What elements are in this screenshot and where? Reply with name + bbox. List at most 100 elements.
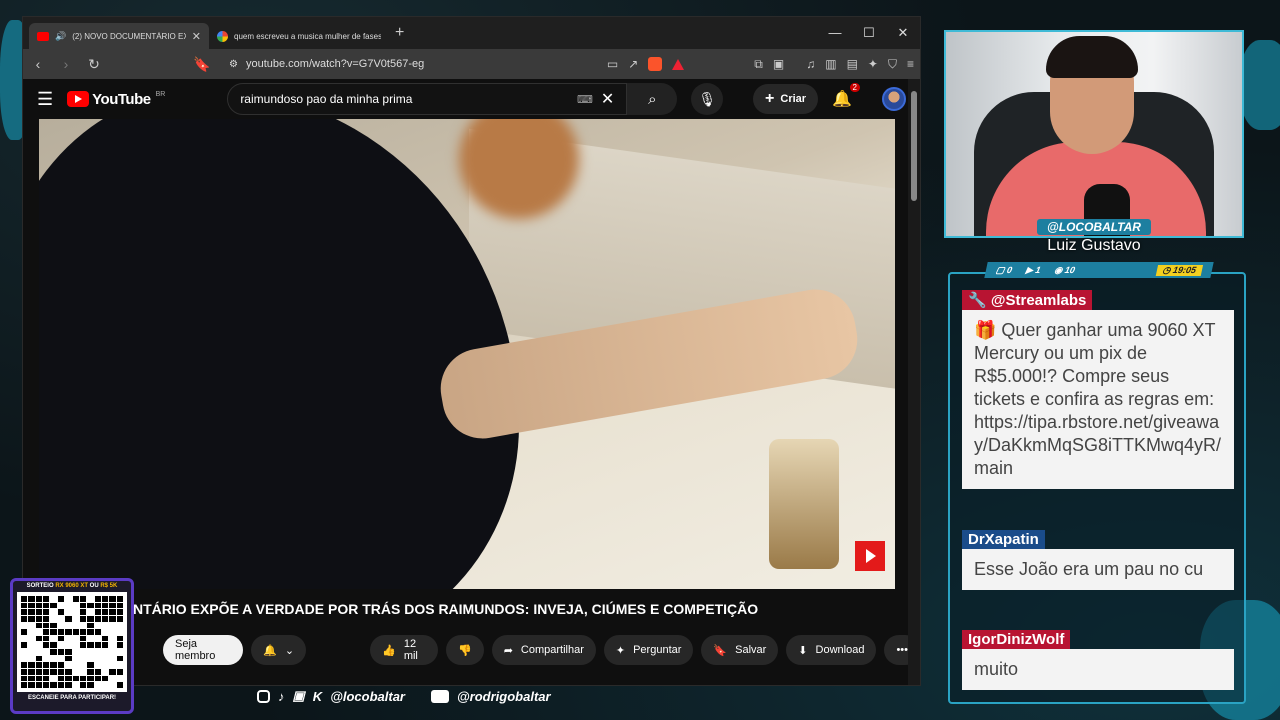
sidebar-icon[interactable]: ▥ <box>825 57 836 71</box>
youtube-logo[interactable]: YouTube BR <box>67 91 165 108</box>
extensions-icon[interactable]: ⧉ <box>754 57 763 72</box>
qr-module <box>28 669 35 675</box>
tab-youtube[interactable]: 🔊 (2) NOVO DOCUMENTÁRIO EXPÕE ✕ <box>29 23 209 49</box>
qr-module <box>94 635 101 642</box>
qr-module <box>57 642 65 649</box>
qr-module <box>109 662 116 669</box>
like-count: 12 mil <box>403 638 418 662</box>
tab-google[interactable]: quem escreveu a musica mulher de fases -… <box>209 23 389 49</box>
sparkle-icon: ✦ <box>615 644 626 657</box>
screenshot-icon[interactable]: ▣ <box>773 57 784 71</box>
minimize-icon[interactable]: — <box>818 25 852 41</box>
share-icon[interactable]: ↗ <box>628 57 638 71</box>
account-avatar[interactable] <box>882 87 906 111</box>
close-tab-icon[interactable]: ✕ <box>192 30 201 43</box>
url-field[interactable]: ⚙ youtube.com/watch?v=G7V0t567-eg <box>221 52 597 76</box>
clear-search-icon[interactable]: ✕ <box>601 89 614 109</box>
maximize-icon[interactable]: ☐ <box>852 25 886 41</box>
qr-module <box>35 596 43 602</box>
hamburger-menu-icon[interactable]: ☰ <box>37 89 53 110</box>
microphone-icon: 🎙 <box>698 90 717 107</box>
create-label: Criar <box>780 93 807 105</box>
bookmark-icon[interactable]: 🔖 <box>193 56 211 73</box>
qr-module <box>35 662 43 669</box>
save-button[interactable]: 🔖 Salvar <box>701 635 779 665</box>
streamer-handle: @LOCOBALTAR <box>1037 219 1151 235</box>
qr-module <box>94 596 101 602</box>
chat-username-text: @Streamlabs <box>990 292 1087 309</box>
video-player[interactable] <box>39 119 895 589</box>
qr-module <box>116 615 123 622</box>
qr-module <box>50 615 57 622</box>
region-code: BR <box>155 90 166 98</box>
qr-module <box>65 615 72 622</box>
giveaway-or: OU <box>89 583 99 589</box>
dislike-button[interactable]: 👎 <box>445 635 484 665</box>
close-window-icon[interactable]: ✕ <box>886 25 920 41</box>
site-info-icon[interactable]: ⚙ <box>229 59 238 70</box>
like-button[interactable]: 👍 12 mil <box>370 635 438 665</box>
qr-module <box>94 649 101 655</box>
qr-module <box>72 622 79 629</box>
qr-module <box>116 662 123 669</box>
wallet-icon[interactable]: ▤ <box>847 57 858 71</box>
scrollbar-thumb[interactable] <box>911 91 917 201</box>
brave-shield-icon[interactable] <box>648 57 663 71</box>
clock-value: 19:05 <box>1172 264 1198 275</box>
qr-module <box>65 675 72 682</box>
notifications-button[interactable]: 🔔 2 <box>832 83 860 109</box>
cast-icon[interactable]: ▭ <box>607 57 618 71</box>
qr-module <box>87 615 94 622</box>
qr-module <box>35 629 43 635</box>
vpn-icon[interactable]: ⛉ <box>888 57 897 72</box>
qr-module <box>109 675 116 682</box>
search-button[interactable]: ⌕ <box>627 83 678 115</box>
share-button[interactable]: ➦ Compartilhar <box>491 635 596 665</box>
download-button[interactable]: ⬇ Download <box>786 635 877 665</box>
qr-module <box>116 629 123 635</box>
keyboard-icon[interactable]: ⌨ <box>577 93 593 106</box>
qr-module <box>87 622 94 629</box>
qr-module <box>43 615 50 622</box>
qr-module <box>109 629 116 635</box>
qr-module <box>50 682 57 688</box>
menu-icon[interactable]: ≡ <box>907 57 914 71</box>
join-label: Seja membro <box>175 638 216 662</box>
qr-module <box>43 635 50 642</box>
social-handles: ♪ ▣ K @locobaltar @rodrigobaltar <box>257 688 551 704</box>
leo-ai-icon[interactable]: ✦ <box>868 57 878 71</box>
music-icon[interactable]: ♫ <box>806 57 815 71</box>
youtube-watermark-icon[interactable] <box>855 541 885 571</box>
create-button[interactable]: + Criar <box>753 84 819 114</box>
search-input[interactable]: raimundoso pao da minha prima ⌨ ✕ <box>227 83 628 115</box>
qr-module <box>72 629 79 635</box>
thumbs-down-icon: 👎 <box>457 644 472 657</box>
join-button[interactable]: Seja membro <box>163 635 244 665</box>
stat-value: 0 <box>1006 264 1014 275</box>
qr-module <box>43 609 50 615</box>
qr-module <box>79 596 87 602</box>
scrollbar[interactable] <box>908 79 920 685</box>
new-tab-icon[interactable]: + <box>395 24 404 42</box>
qr-module <box>43 655 50 662</box>
giveaway-headline: SORTEIO RX 9060 XT OU R$ 5K <box>13 583 131 589</box>
instagram-icon <box>257 689 270 703</box>
qr-module <box>43 649 50 655</box>
ask-button[interactable]: ✦ Perguntar <box>603 635 694 665</box>
subscribe-bell-button[interactable]: 🔔 ⌄ <box>251 635 307 665</box>
qr-module <box>109 655 116 662</box>
qr-module <box>116 609 123 615</box>
qr-module <box>35 669 43 675</box>
qr-module <box>21 649 28 655</box>
voice-search-button[interactable]: 🎙 <box>691 83 724 115</box>
reload-icon[interactable]: ↻ <box>85 56 103 73</box>
forward-icon[interactable]: › <box>57 56 75 72</box>
qr-module <box>35 675 43 682</box>
brave-rewards-icon[interactable] <box>672 58 685 70</box>
qr-module <box>101 622 109 629</box>
qr-module <box>87 635 94 642</box>
qr-module <box>116 642 123 649</box>
qr-code[interactable] <box>17 592 127 692</box>
back-icon[interactable]: ‹ <box>29 56 47 72</box>
qr-module <box>28 629 35 635</box>
